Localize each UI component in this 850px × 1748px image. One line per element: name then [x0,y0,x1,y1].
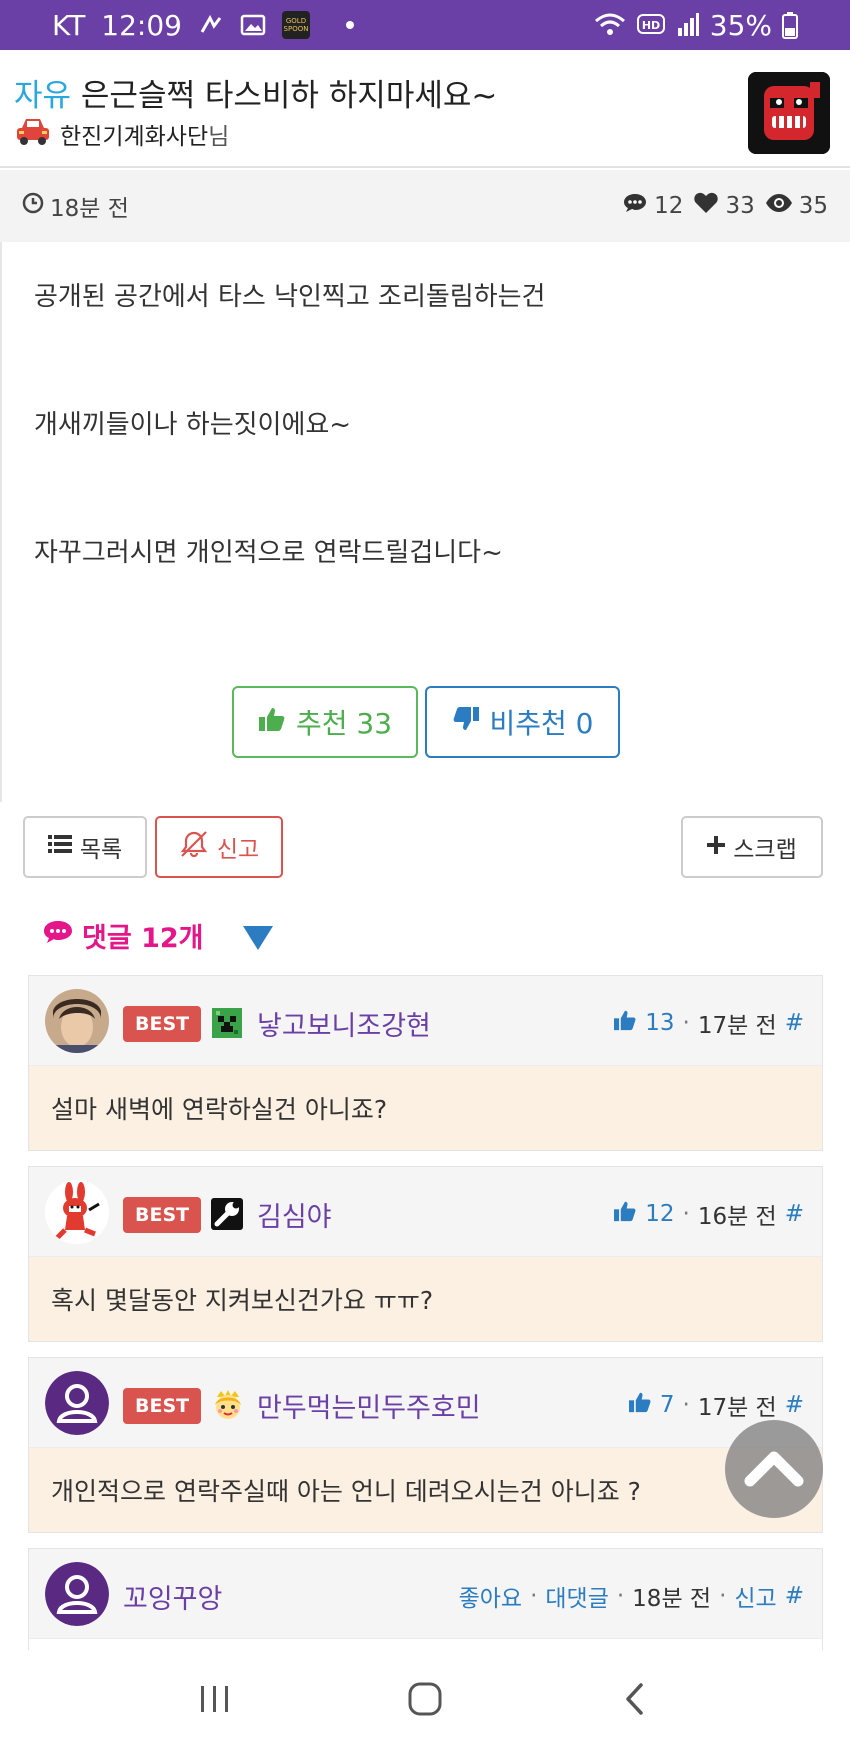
comment-like-icon[interactable] [628,1391,652,1419]
signal-icon [676,12,700,38]
gallery-icon [240,13,266,37]
comment-time: 17분 전 [697,1395,777,1421]
views-count: 35 [798,193,828,219]
upvote-label: 추천 33 [295,707,393,740]
comment-permalink[interactable]: # [785,1392,804,1418]
commenter-avatar[interactable] [45,1180,109,1244]
wifi-icon [594,12,626,38]
eye-icon [765,193,793,219]
post-header: 자유 은근슬쩍 타스비하 하지마세요~ 한진기계화사단 님 [0,56,850,168]
scrap-label: 스크랩 [733,837,797,863]
hd-voice-icon: HD [636,12,666,38]
comments-toggle-icon[interactable] [243,926,273,950]
comment-text: 개인적으로 연락주실때 아는 언니 데려오시는건 아니죠 ? [29,1448,822,1532]
commenter-name[interactable]: 김심야 [257,1195,332,1234]
comment-time: 16분 전 [697,1204,777,1230]
comment-text: 혹시 몇달동안 지켜보신건가요 ㅠㅠ? [29,1257,822,1341]
svg-text:HD: HD [642,19,660,32]
status-bar: KT 12:09 GOLD SPOON HD 35% [0,0,850,50]
author-name[interactable]: 한진기계화사단 [60,117,208,151]
back-button[interactable] [605,1669,665,1729]
battery-icon [782,11,798,39]
carrier-label: KT [52,8,86,42]
best-badge: BEST [123,1388,202,1424]
author-avatar[interactable] [748,72,830,154]
post-author[interactable]: 한진기계화사단 님 [14,114,229,154]
report-label: 신고 [216,837,260,863]
comment-like-count: 13 [645,1010,675,1036]
likes-count: 33 [725,193,755,219]
post-title: 자유 은근슬쩍 타스비하 하지마세요~ [14,70,497,115]
post-paragraph: 공개된 공간에서 타스 낙인찍고 조리돌림하는건 [34,282,546,312]
upvote-button[interactable]: 추천 33 [232,686,418,758]
thumbs-up-icon [258,706,286,739]
battery-percent: 35% [709,8,772,42]
comment-time: 18분 전 [632,1586,712,1612]
clock: 12:09 [101,8,182,42]
comment-time: 17분 전 [697,1013,777,1039]
comment-like-icon[interactable] [613,1009,637,1037]
vpn-icon [198,12,224,38]
commenter-avatar[interactable] [45,1562,109,1626]
report-button[interactable]: 신고 [155,816,283,878]
creeper-level-icon [209,1005,245,1041]
comments-header-label: 댓글 12개 [82,923,204,954]
scrap-button[interactable]: 스크랩 [681,816,823,878]
list-button[interactable]: 목록 [23,816,147,878]
comments-count: 12 [654,193,684,219]
comment-item: BEST 만두먹는민두주호민 7 · 17분 전 # 개인적으로 연락주실때 아… [28,1357,823,1533]
wrench-level-icon [209,1196,245,1232]
post-paragraph: 개새끼들이나 하는짓이에요~ [34,410,352,440]
commenter-name[interactable]: 만두먹는민두주호민 [257,1386,481,1425]
list-icon [47,834,72,860]
thumbs-down-icon [452,706,480,739]
bell-slash-icon [179,830,209,864]
post-time: 18분 전 [50,196,129,222]
heart-icon [693,191,719,221]
post-category[interactable]: 자유 [14,78,71,114]
plus-icon [707,834,726,860]
clock-icon [22,192,44,220]
commenter-avatar[interactable] [45,1371,109,1435]
comments-header: 댓글 12개 [42,916,204,955]
comment-like-icon[interactable] [613,1200,637,1228]
comment-like-link[interactable]: 좋아요 [459,1579,522,1613]
comment-bubble-icon [42,919,74,952]
post-paragraph: 자꾸그러시면 개인적으로 연락드릴겁니다~ [34,538,503,568]
comment-item: BEST 김심야 12 · 16분 전 # 혹시 몇달동안 지켜보신건가요 ㅠㅠ… [28,1166,823,1342]
comment-reply-link[interactable]: 대댓글 [545,1579,608,1613]
goldspoon-app-icon: GOLD SPOON [282,11,310,39]
scroll-to-top-button[interactable] [725,1420,823,1518]
comment-like-count: 7 [659,1392,675,1418]
comment-permalink[interactable]: # [785,1010,804,1036]
home-button[interactable] [395,1669,455,1729]
best-badge: BEST [123,1006,202,1042]
commenter-name[interactable]: 낳고보니조강현 [257,1004,431,1043]
system-nav-bar [0,1650,850,1748]
princess-level-icon [209,1387,245,1423]
commenter-avatar[interactable] [45,989,109,1053]
recent-apps-button[interactable] [185,1669,245,1729]
author-suffix: 님 [208,124,230,150]
comment-item: BEST 낳고보니조강현 13 · 17분 전 # 설마 새벽에 연락하실건 아… [28,975,823,1151]
notification-dot [346,21,354,29]
car-level-icon [14,114,52,154]
comment-item: 꼬잉꾸앙 좋아요 · 대댓글 · 18분 전 · 신고 # [28,1548,823,1650]
post-title-text: 은근슬쩍 타스비하 하지마세요~ [80,78,498,114]
post-meta: 18분 전 12 33 35 [0,170,850,242]
comment-text: 설마 새벽에 연락하실건 아니죠? [29,1066,822,1150]
commenter-name[interactable]: 꼬잉꾸앙 [123,1577,222,1616]
best-badge: BEST [123,1197,202,1233]
chevron-up-icon [744,1447,804,1491]
downvote-button[interactable]: 비추천 0 [425,686,620,758]
comment-like-count: 12 [645,1201,675,1227]
comment-icon [622,192,648,220]
comment-report-link[interactable]: 신고 [734,1579,776,1613]
downvote-label: 비추천 0 [489,707,594,740]
list-label: 목록 [79,837,123,863]
comment-permalink[interactable]: # [785,1201,804,1227]
comment-permalink[interactable]: # [785,1583,804,1609]
